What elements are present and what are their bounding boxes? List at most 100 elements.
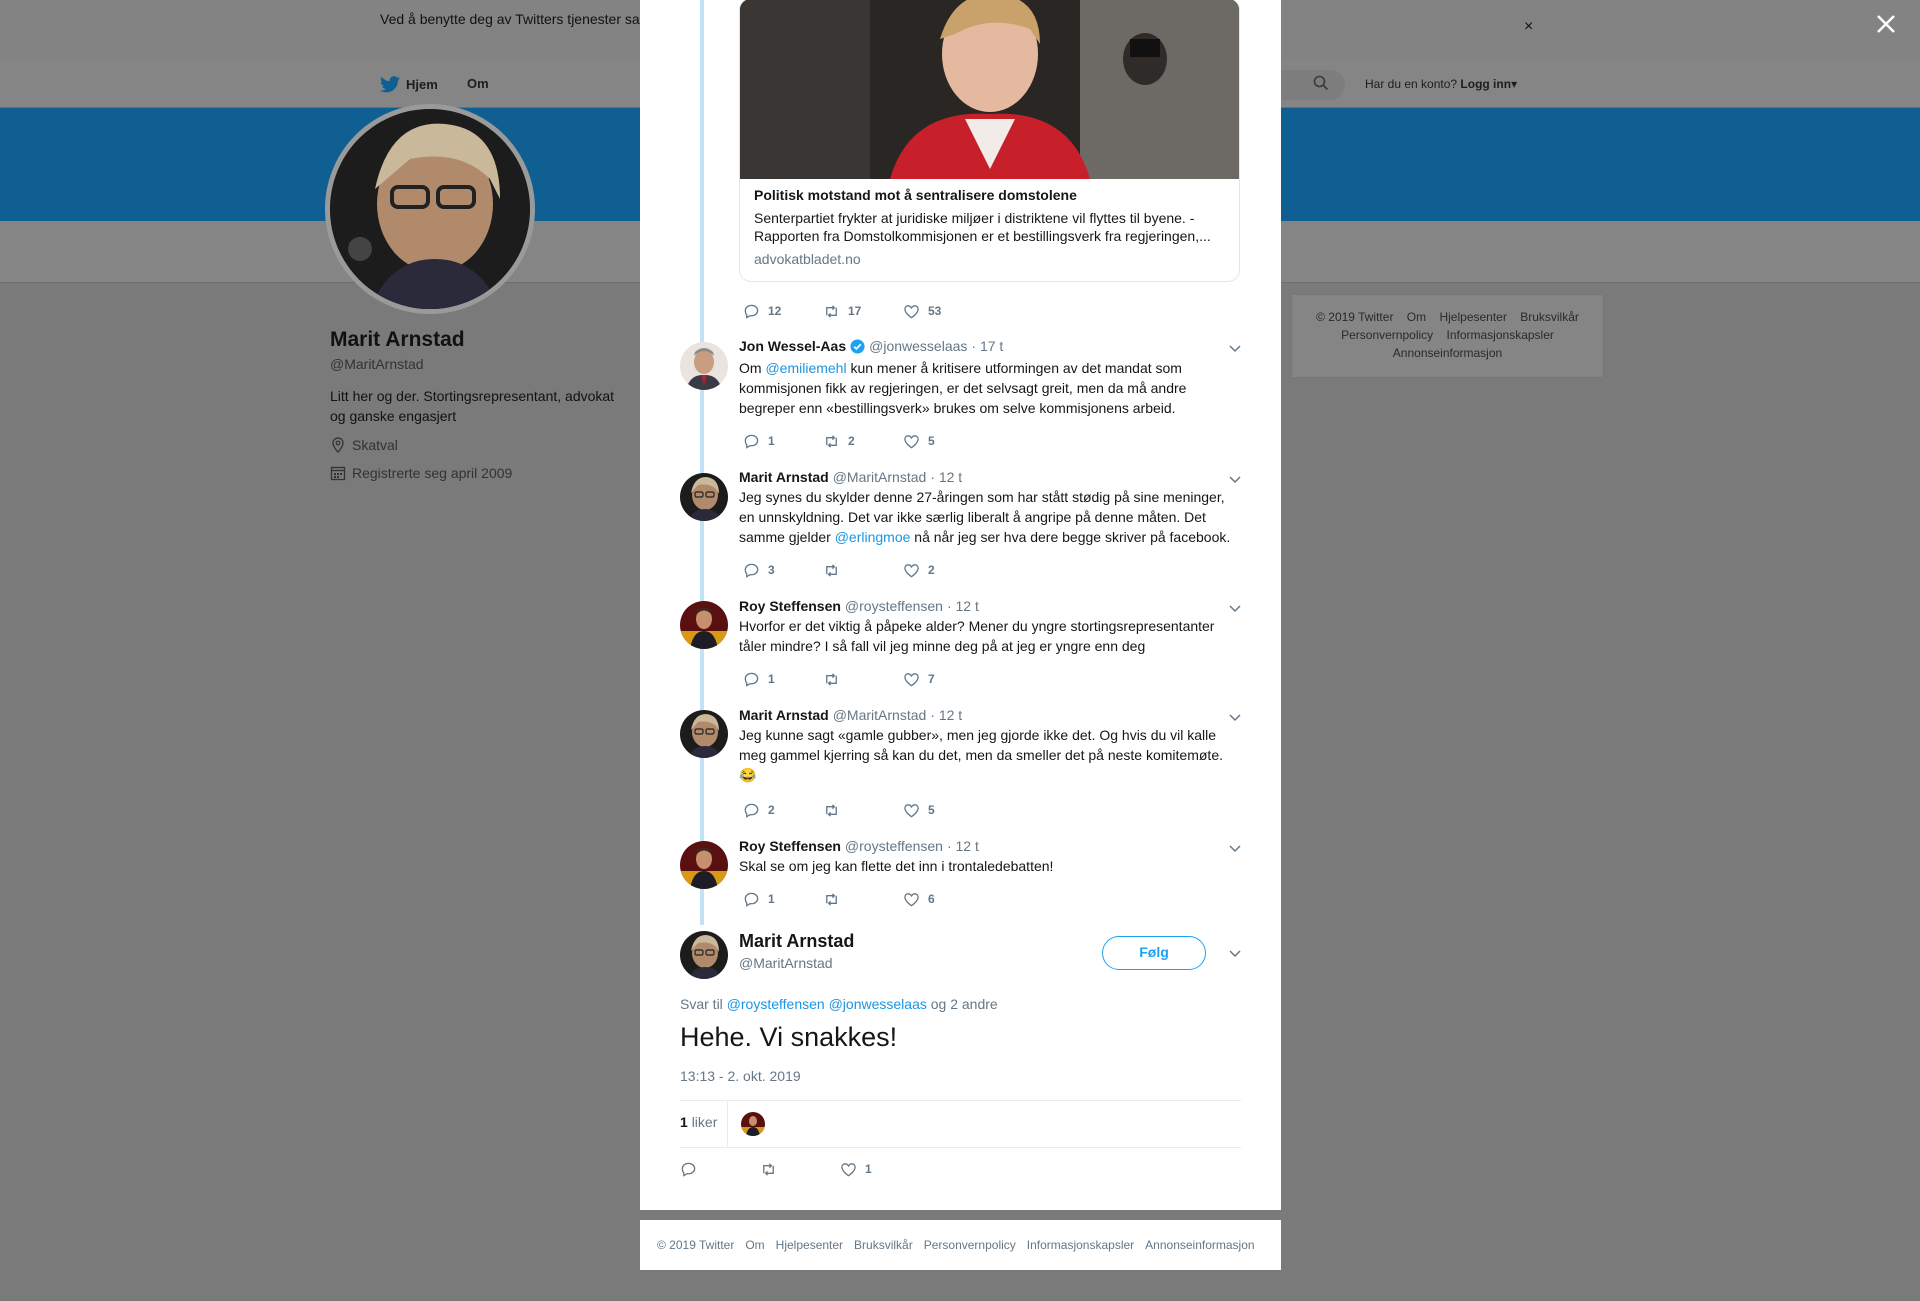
like-button[interactable]: 2: [903, 562, 983, 579]
like-count: 5: [928, 434, 935, 448]
reply-to-suffix[interactable]: og 2 andre: [931, 996, 998, 1012]
like-count: 1: [865, 1162, 872, 1176]
like-button[interactable]: 6: [903, 891, 983, 908]
search-icon[interactable]: [1313, 75, 1329, 91]
laughing-emoji: 😂: [739, 767, 757, 783]
reply-count: 2: [768, 803, 775, 817]
mention-link[interactable]: @jonwesselaas: [829, 996, 927, 1012]
reply-button[interactable]: [680, 1161, 760, 1178]
side-footer-link[interactable]: Annonseinformasjon: [1393, 346, 1502, 360]
like-button[interactable]: 1: [840, 1161, 920, 1178]
nav-about-link[interactable]: Om: [467, 76, 489, 91]
side-footer-link[interactable]: Informasjonskapsler: [1447, 328, 1554, 342]
location-icon: [332, 437, 344, 453]
link-card[interactable]: Politisk motstand mot å sentralisere dom…: [739, 0, 1240, 282]
login-link[interactable]: Logg inn: [1460, 77, 1511, 91]
footer-link[interactable]: Om: [745, 1238, 764, 1252]
avatar[interactable]: [680, 710, 728, 758]
login-area: Har du en konto? Logg inn▾: [1365, 77, 1517, 91]
reply-button[interactable]: 12: [743, 303, 823, 320]
reply-button[interactable]: 1: [743, 671, 823, 688]
retweet-button[interactable]: [823, 562, 903, 579]
author-handle[interactable]: @MaritArnstad: [833, 469, 927, 485]
main-tweet-timestamp[interactable]: 13:13 - 2. okt. 2019: [680, 1068, 801, 1084]
author-name[interactable]: Roy Steffensen: [739, 598, 841, 614]
side-footer-link[interactable]: Personvernpolicy: [1341, 328, 1433, 342]
chevron-down-icon[interactable]: [1228, 946, 1242, 960]
author-handle[interactable]: @jonwesselaas: [869, 338, 967, 354]
main-author-handle[interactable]: @MaritArnstad: [739, 955, 833, 971]
retweet-button[interactable]: [760, 1161, 840, 1178]
author-name[interactable]: Marit Arnstad: [739, 469, 829, 485]
retweet-button[interactable]: [823, 671, 903, 688]
tweet-time[interactable]: · 12 t: [947, 598, 979, 614]
like-button[interactable]: 7: [903, 671, 983, 688]
footer-link[interactable]: Bruksvilkår: [854, 1238, 913, 1252]
reply-button[interactable]: 1: [743, 433, 823, 450]
like-icon: [904, 434, 919, 448]
footer-link[interactable]: Personvernpolicy: [924, 1238, 1016, 1252]
avatar[interactable]: [680, 841, 728, 889]
retweet-button[interactable]: 17: [823, 303, 903, 320]
footer-link[interactable]: Informasjonskapsler: [1027, 1238, 1134, 1252]
retweet-button[interactable]: [823, 802, 903, 819]
reply-button[interactable]: 3: [743, 562, 823, 579]
main-avatar[interactable]: [680, 931, 728, 979]
like-count: 53: [928, 304, 942, 318]
profile-avatar[interactable]: [325, 104, 535, 314]
tweet-time[interactable]: · 12 t: [930, 469, 962, 485]
footer-link[interactable]: Annonseinformasjon: [1145, 1238, 1254, 1252]
chevron-down-icon[interactable]: [1228, 601, 1242, 615]
tweet-time[interactable]: · 17 t: [971, 338, 1003, 354]
liker-avatar[interactable]: [741, 1112, 765, 1136]
side-footer-link[interactable]: Om: [1407, 310, 1426, 324]
avatar[interactable]: [680, 473, 728, 521]
retweet-icon: [826, 304, 837, 318]
profile-location: Skatval: [330, 437, 398, 453]
like-stats[interactable]: 1 liker: [680, 1114, 717, 1130]
card-description: Senterpartiet frykter at juridiske miljø…: [754, 210, 1211, 244]
mention-link[interactable]: @erlingmoe: [835, 529, 911, 545]
side-footer-link[interactable]: © 2019 Twitter: [1316, 310, 1393, 324]
author-handle[interactable]: @roysteffensen: [845, 838, 943, 854]
chevron-down-icon[interactable]: [1228, 341, 1242, 355]
reply-button[interactable]: 2: [743, 802, 823, 819]
mention-link[interactable]: @roysteffensen: [727, 996, 825, 1012]
chevron-down-icon[interactable]: [1228, 472, 1242, 486]
card-image: [740, 0, 1239, 179]
tweet-time[interactable]: · 12 t: [930, 707, 962, 723]
card-domain: advokatbladet.no: [754, 251, 861, 267]
main-author-name[interactable]: Marit Arnstad: [739, 931, 854, 952]
side-footer-link[interactable]: Bruksvilkår: [1520, 310, 1579, 324]
like-button[interactable]: 53: [903, 303, 983, 320]
author-handle[interactable]: @roysteffensen: [845, 598, 943, 614]
avatar[interactable]: [680, 342, 728, 390]
retweet-button[interactable]: [823, 891, 903, 908]
author-name[interactable]: Jon Wessel-Aas: [739, 338, 846, 354]
nav-home-label: Hjem: [406, 77, 438, 92]
mention-link[interactable]: @emiliemehl: [765, 360, 846, 376]
cookie-close-button[interactable]: ×: [1524, 18, 1533, 36]
follow-button[interactable]: Følg: [1102, 936, 1206, 970]
card-photo: [740, 0, 1239, 179]
tweet-text: Jeg synes du skylder denne 27-åringen so…: [739, 487, 1239, 547]
chevron-down-icon[interactable]: [1228, 710, 1242, 724]
close-icon[interactable]: [1875, 13, 1897, 35]
like-button[interactable]: 5: [903, 802, 983, 819]
footer-link[interactable]: Hjelpesenter: [776, 1238, 843, 1252]
reply-button[interactable]: 1: [743, 891, 823, 908]
footer-link[interactable]: © 2019 Twitter: [657, 1238, 734, 1252]
author-handle[interactable]: @MaritArnstad: [833, 707, 927, 723]
author-name[interactable]: Marit Arnstad: [739, 707, 829, 723]
like-button[interactable]: 5: [903, 433, 983, 450]
divider: [680, 1147, 1241, 1148]
tweet-text-part: Om: [739, 360, 766, 376]
side-footer-link[interactable]: Hjelpesenter: [1439, 310, 1506, 324]
retweet-button[interactable]: 2: [823, 433, 903, 450]
author-name[interactable]: Roy Steffensen: [739, 838, 841, 854]
nav-home-link[interactable]: Hjem: [380, 76, 438, 93]
retweet-icon: [826, 563, 837, 577]
avatar[interactable]: [680, 601, 728, 649]
chevron-down-icon[interactable]: [1228, 841, 1242, 855]
tweet-time[interactable]: · 12 t: [947, 838, 979, 854]
